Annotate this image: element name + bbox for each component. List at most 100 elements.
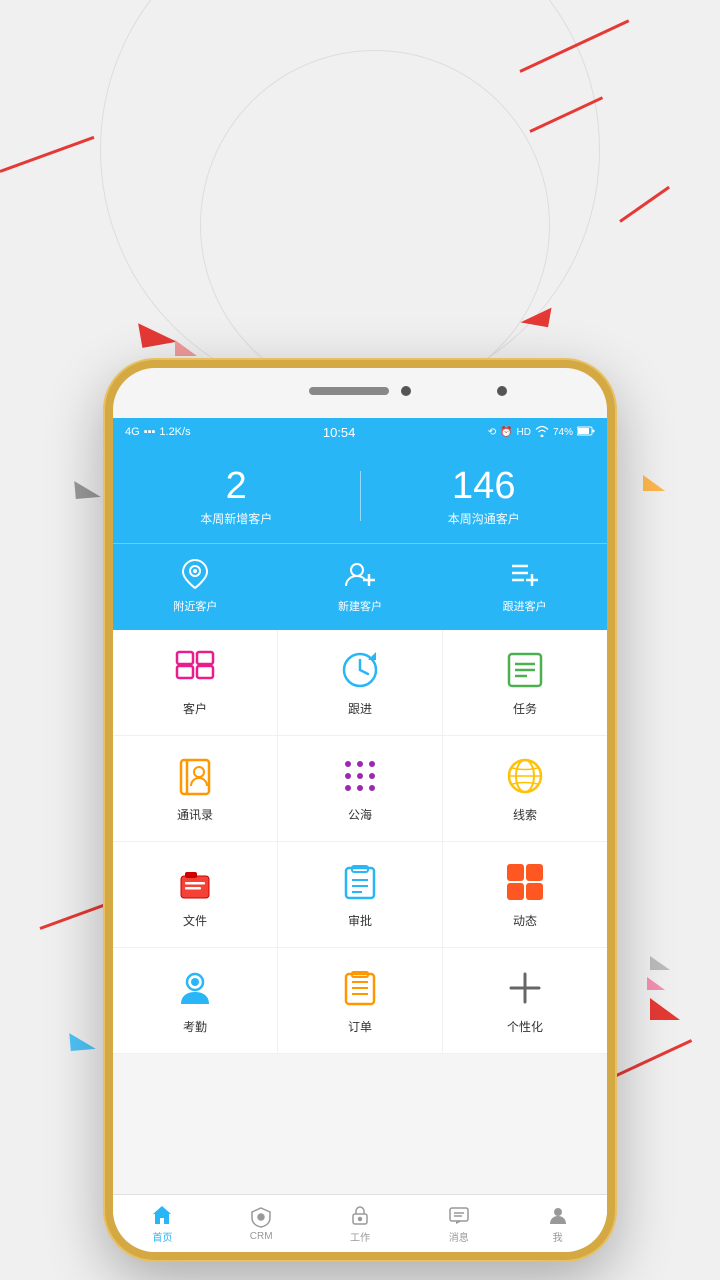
battery-icon: [577, 426, 595, 439]
dynamics-icon: [503, 860, 547, 904]
quick-actions-bar: 附近客户 新建客户: [113, 543, 607, 630]
grid-item-approval[interactable]: 审批: [278, 842, 443, 947]
dynamics-label: 动态: [513, 912, 537, 929]
deco-tri-red-1: [138, 317, 177, 348]
stat-new-customers-number: 2: [113, 466, 360, 508]
files-label: 文件: [183, 912, 207, 929]
approval-label: 审批: [348, 912, 372, 929]
stat-new-customers-label: 本周新增客户: [113, 510, 360, 527]
contacts-icon: [173, 754, 217, 798]
grid-item-personalize[interactable]: 个性化: [443, 948, 607, 1053]
signal-bars: ▪▪▪: [144, 426, 156, 438]
public-sea-icon: [338, 754, 382, 798]
quick-action-new-client[interactable]: 新建客户: [278, 556, 443, 614]
main-grid: 客户 跟进: [113, 630, 607, 1054]
header-stats: 2 本周新增客户 146 本周沟通客户: [113, 446, 607, 543]
crm-tab-label: CRM: [250, 1231, 273, 1242]
bg-circle-2: [200, 50, 550, 400]
public-sea-label: 公海: [348, 806, 372, 823]
attendance-icon: [173, 966, 217, 1010]
quick-action-nearby[interactable]: 附近客户: [113, 556, 278, 614]
tasks-icon: [503, 648, 547, 692]
stat-communicated-number: 146: [361, 466, 608, 508]
grid-item-tasks[interactable]: 任务: [443, 630, 607, 735]
leads-icon: [503, 754, 547, 798]
messages-chat-icon: [448, 1204, 470, 1226]
personalize-label: 个性化: [507, 1018, 543, 1035]
tab-me[interactable]: 我: [508, 1200, 607, 1248]
stat-communicated-label: 本周沟通客户: [361, 510, 608, 527]
deco-tri-red-3: [650, 998, 680, 1020]
camera-dot: [401, 386, 411, 396]
grid-item-orders[interactable]: 订单: [278, 948, 443, 1053]
deco-tri-pink2: [647, 977, 665, 990]
deco-line-4: [0, 136, 94, 173]
hd-indicator: HD: [517, 427, 531, 438]
bottom-tab-bar: 首页 CRM: [113, 1194, 607, 1252]
time-display: 10:54: [323, 425, 356, 440]
person-add-icon: [342, 556, 378, 592]
grid-item-dynamics[interactable]: 动态: [443, 842, 607, 947]
grid-item-customers[interactable]: 客户: [113, 630, 278, 735]
deco-line-5: [609, 1039, 692, 1080]
tab-home[interactable]: 首页: [113, 1200, 212, 1248]
quick-action-follow-up[interactable]: 跟进客户: [442, 556, 607, 614]
customers-label: 客户: [183, 700, 207, 717]
location-icon: [177, 556, 213, 592]
wifi-icon: [535, 425, 549, 440]
stat-new-customers: 2 本周新增客户: [113, 466, 360, 527]
grid-item-leads[interactable]: 线索: [443, 736, 607, 841]
messages-tab-label: 消息: [449, 1229, 469, 1244]
speed-indicator: 1.2K/s: [159, 426, 190, 438]
me-person-icon: [547, 1204, 569, 1226]
home-tab-label: 首页: [152, 1229, 172, 1244]
home-icon: [151, 1204, 173, 1226]
network-indicator: 4G: [125, 426, 140, 438]
tab-crm[interactable]: CRM: [212, 1202, 311, 1246]
grid-row-3: 文件 审批: [113, 842, 607, 948]
nearby-label: 附近客户: [173, 598, 217, 614]
deco-tri-gray-3: [650, 956, 670, 970]
new-client-label: 新建客户: [338, 598, 382, 614]
approval-icon: [338, 860, 382, 904]
follow-up-label: 跟进客户: [503, 598, 547, 614]
leads-label: 线索: [513, 806, 537, 823]
tab-messages[interactable]: 消息: [409, 1200, 508, 1248]
grid-item-public-sea[interactable]: 公海: [278, 736, 443, 841]
grid-row-2: 通讯录: [113, 736, 607, 842]
battery-percent: 74%: [553, 427, 573, 438]
list-add-icon: [507, 556, 543, 592]
grid-item-contacts[interactable]: 通讯录: [113, 736, 278, 841]
follow-label: 跟进: [348, 700, 372, 717]
grid-row-1: 客户 跟进: [113, 630, 607, 736]
deco-tri-orange: [643, 475, 665, 491]
rotate-icon: ⟲: [488, 427, 496, 438]
deco-line-3: [619, 186, 670, 223]
tasks-label: 任务: [513, 700, 537, 717]
status-bar: 4G ▪▪▪ 1.2K/s 10:54 ⟲ ⏰ HD: [113, 418, 607, 446]
phone-body: 4G ▪▪▪ 1.2K/s 10:54 ⟲ ⏰ HD: [105, 360, 615, 1260]
stat-communicated-customers: 146 本周沟通客户: [361, 466, 608, 527]
customers-icon: [173, 648, 217, 692]
contacts-label: 通讯录: [177, 806, 213, 823]
grid-item-follow[interactable]: 跟进: [278, 630, 443, 735]
crm-shield-icon: [250, 1206, 272, 1228]
status-right: ⟲ ⏰ HD 74%: [488, 425, 595, 440]
deco-tri-pink: [175, 340, 197, 356]
alarm-icon: ⏰: [500, 427, 512, 438]
orders-icon: [338, 966, 382, 1010]
phone-frame: 4G ▪▪▪ 1.2K/s 10:54 ⟲ ⏰ HD: [105, 360, 615, 1260]
files-icon: [173, 860, 217, 904]
grid-row-4: 考勤 订单: [113, 948, 607, 1054]
work-tab-label: 工作: [350, 1229, 370, 1244]
front-camera: [497, 386, 507, 396]
phone-screen: 4G ▪▪▪ 1.2K/s 10:54 ⟲ ⏰ HD: [113, 418, 607, 1252]
orders-label: 订单: [348, 1018, 372, 1035]
me-tab-label: 我: [553, 1229, 563, 1244]
phone-hardware-top: [309, 386, 411, 396]
deco-tri-gray-1: [74, 479, 100, 499]
tab-work[interactable]: 工作: [311, 1200, 410, 1248]
follow-icon: [338, 648, 382, 692]
grid-item-files[interactable]: 文件: [113, 842, 278, 947]
grid-item-attendance[interactable]: 考勤: [113, 948, 278, 1053]
